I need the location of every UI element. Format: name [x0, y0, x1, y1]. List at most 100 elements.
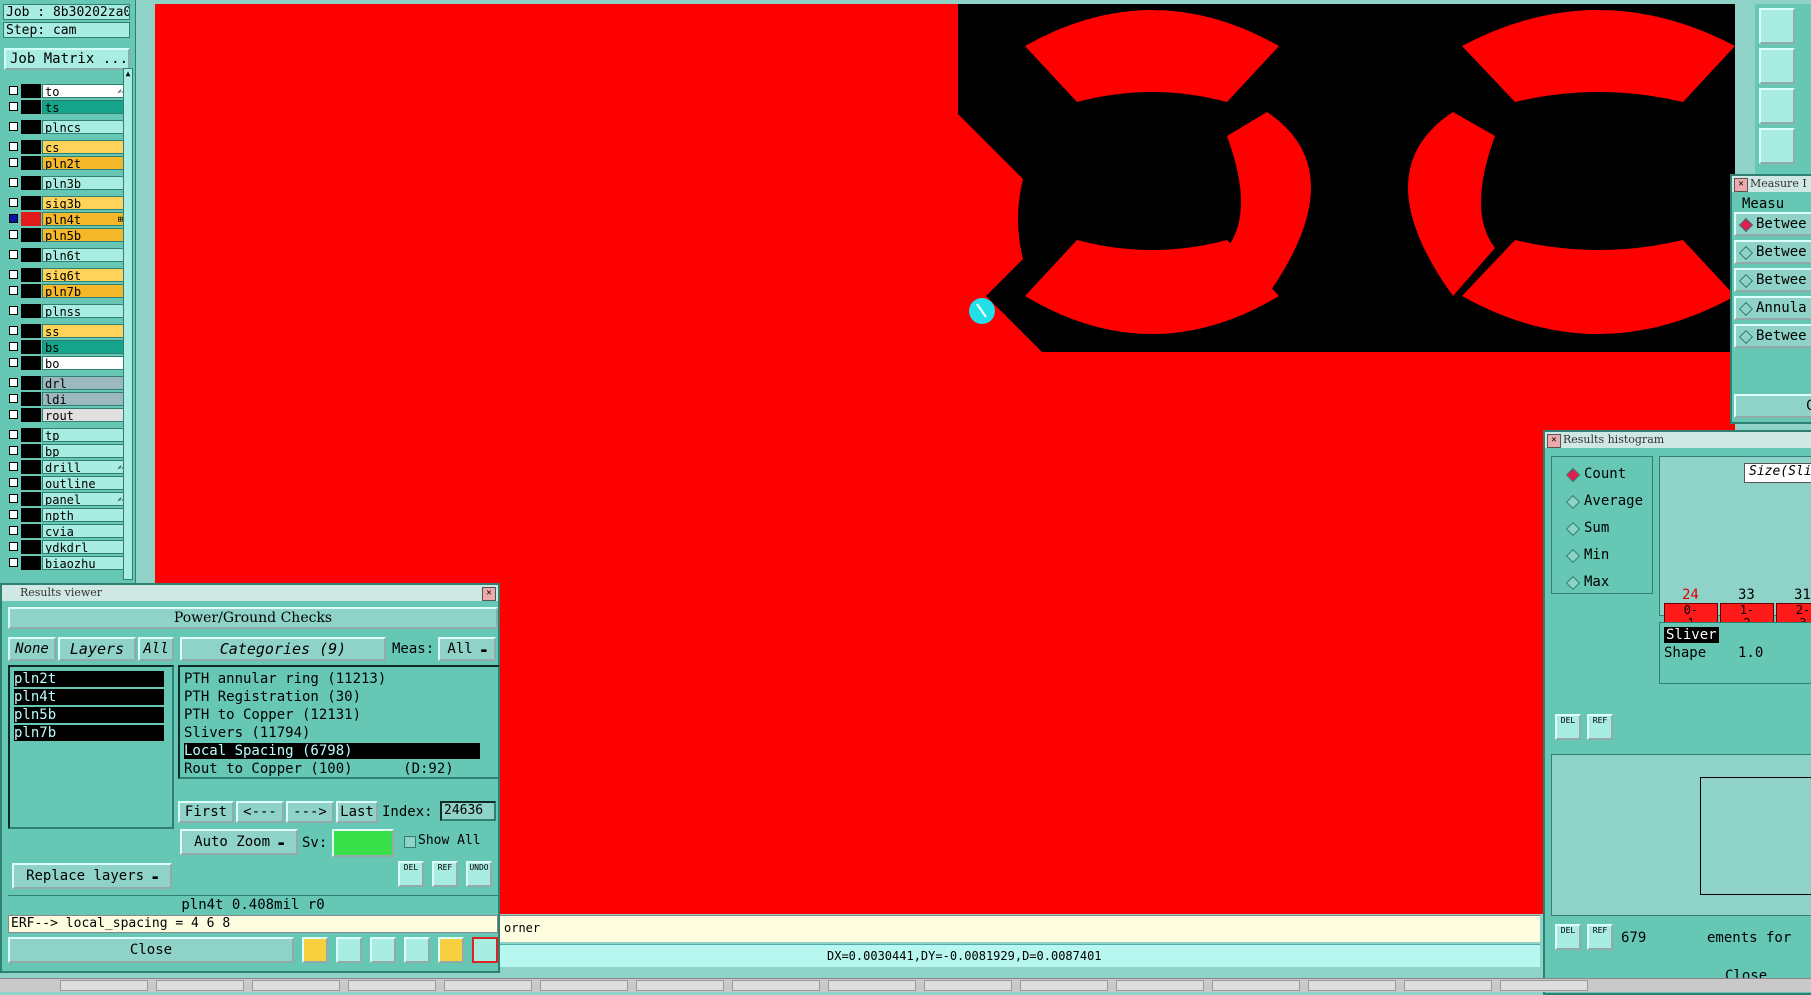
layer-checkbox[interactable] — [9, 494, 18, 503]
layer-checkbox[interactable] — [9, 198, 18, 207]
last-button[interactable]: Last — [336, 801, 378, 823]
layer-row[interactable]: pln6t — [4, 248, 126, 262]
layer-color-swatch[interactable] — [21, 460, 41, 474]
layer-checkbox[interactable] — [9, 358, 18, 367]
result-layer-item[interactable]: pln2t — [14, 671, 164, 687]
layer-row[interactable]: npth — [4, 508, 126, 522]
categories-list[interactable]: PTH annular ring (11213) PTH Registration… — [178, 665, 500, 779]
layer-checkbox[interactable] — [9, 462, 18, 471]
layer-row[interactable]: cs — [4, 140, 126, 154]
layer-color-swatch[interactable] — [21, 324, 41, 338]
next-button[interactable]: ---> — [286, 801, 334, 823]
layer-color-swatch[interactable] — [21, 376, 41, 390]
taskbar-item[interactable] — [1116, 980, 1204, 991]
result-layer-item[interactable]: pln4t — [14, 689, 164, 705]
close-icon[interactable]: ✕ — [1734, 178, 1748, 192]
layer-name[interactable]: ss — [42, 324, 126, 338]
layer-name[interactable]: ydkdrl — [42, 540, 126, 554]
layer-name[interactable]: ldi — [42, 392, 126, 406]
undo-button[interactable]: UNDO — [466, 861, 492, 887]
histogram-mode-max[interactable]: Max — [1565, 573, 1609, 591]
layer-checkbox[interactable] — [9, 446, 18, 455]
layers-tab[interactable]: Layers — [58, 637, 136, 661]
fit-icon[interactable] — [1759, 88, 1795, 124]
layer-color-swatch[interactable] — [21, 524, 41, 538]
layer-checkbox[interactable] — [9, 378, 18, 387]
layer-name[interactable]: sig3b — [42, 196, 126, 210]
index-input[interactable]: 24636 — [440, 801, 496, 821]
layer-color-swatch[interactable] — [21, 84, 41, 98]
mini-map[interactable] — [1551, 754, 1811, 916]
layer-row[interactable]: plncs — [4, 120, 126, 134]
category-item[interactable]: PTH annular ring (11213) — [184, 671, 480, 687]
number-icon[interactable] — [404, 937, 430, 963]
layer-name[interactable]: drl — [42, 376, 126, 390]
viewer-close-button[interactable]: Close — [8, 937, 294, 963]
layer-row[interactable]: to ✍ — [4, 84, 126, 98]
clear-icon[interactable] — [370, 937, 396, 963]
layer-name[interactable]: plncs — [42, 120, 126, 134]
layer-color-swatch[interactable] — [21, 392, 41, 406]
layer-color-swatch[interactable] — [21, 100, 41, 114]
measure-option[interactable]: Betwee — [1734, 240, 1811, 264]
layer-row[interactable]: drill ✍ — [4, 460, 126, 474]
ref-button[interactable]: REF — [432, 861, 458, 887]
layer-color-swatch[interactable] — [21, 508, 41, 522]
layer-name[interactable]: pln3b — [42, 176, 126, 190]
layer-name[interactable]: bo — [42, 356, 126, 370]
histogram-icon[interactable] — [472, 937, 498, 963]
taskbar-item[interactable] — [540, 980, 628, 991]
auto-zoom-dropdown[interactable]: Auto Zoom ▬ — [180, 829, 298, 855]
layer-results-list[interactable]: pln2t pln4t pln5b pln7b — [8, 665, 174, 829]
layer-name[interactable]: bs — [42, 340, 126, 354]
job-matrix-button[interactable]: Job Matrix ... — [4, 48, 130, 70]
layer-row[interactable]: pln7b — [4, 284, 126, 298]
result-layer-item[interactable]: pln7b — [14, 725, 164, 741]
layer-name[interactable]: pln2t — [42, 156, 126, 170]
taskbar-item[interactable] — [252, 980, 340, 991]
layer-row[interactable]: ldi — [4, 392, 126, 406]
layer-row[interactable]: rout — [4, 408, 126, 422]
histogram-mode-count[interactable]: Count — [1565, 465, 1626, 483]
histogram-mode-sum[interactable]: Sum — [1565, 519, 1609, 537]
layer-name[interactable]: npth — [42, 508, 126, 522]
layer-color-swatch[interactable] — [21, 340, 41, 354]
taskbar-item[interactable] — [60, 980, 148, 991]
taskbar-item[interactable] — [1212, 980, 1300, 991]
taskbar-item[interactable] — [1308, 980, 1396, 991]
layer-color-swatch[interactable] — [21, 268, 41, 282]
layer-row[interactable]: sig3b — [4, 196, 126, 210]
layer-color-swatch[interactable] — [21, 444, 41, 458]
layer-row[interactable]: bs — [4, 340, 126, 354]
all-button[interactable]: All — [138, 637, 174, 661]
ref-button-lower[interactable]: REF — [1587, 924, 1613, 950]
taskbar-item[interactable] — [732, 980, 820, 991]
layer-row[interactable]: sig6t — [4, 268, 126, 282]
layer-color-swatch[interactable] — [21, 120, 41, 134]
layer-row[interactable]: bp — [4, 444, 126, 458]
layer-checkbox[interactable] — [9, 410, 18, 419]
layer-checkbox[interactable] — [9, 250, 18, 259]
layer-color-swatch[interactable] — [21, 284, 41, 298]
del-button-lower[interactable]: DEL — [1555, 924, 1581, 950]
category-shape[interactable]: Shape — [1664, 645, 1706, 661]
measure-option[interactable]: Annula — [1734, 296, 1811, 320]
layer-row[interactable]: drl — [4, 376, 126, 390]
layer-checkbox[interactable] — [9, 158, 18, 167]
layer-name[interactable]: cvia — [42, 524, 126, 538]
scroll-up-icon[interactable]: ▲ — [124, 69, 132, 79]
layer-checkbox[interactable] — [9, 286, 18, 295]
layer-row[interactable]: ts — [4, 100, 126, 114]
layer-name[interactable]: plnss — [42, 304, 126, 318]
layer-icon[interactable] — [302, 937, 328, 963]
layer-row[interactable]: bo — [4, 356, 126, 370]
layer-checkbox[interactable] — [9, 270, 18, 279]
ref-button[interactable]: REF — [1587, 714, 1613, 740]
size-selector[interactable]: Size(Sli — [1744, 463, 1811, 483]
category-item[interactable]: Rout to Copper (100) (D:92) — [184, 761, 480, 777]
categories-tab[interactable]: Categories (9) — [180, 637, 386, 661]
taskbar-item[interactable] — [636, 980, 724, 991]
layer-name[interactable]: pln4t ⊞ — [42, 212, 126, 226]
replace-layers-dropdown[interactable]: Replace layers ▬ — [12, 863, 172, 889]
layer-name[interactable]: rout — [42, 408, 126, 422]
